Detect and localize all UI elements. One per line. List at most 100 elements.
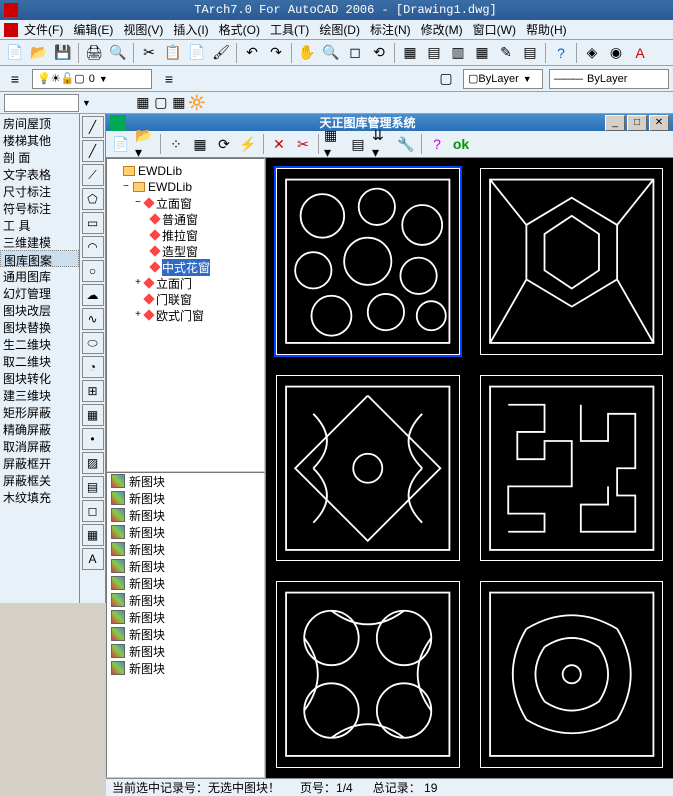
menu-edit[interactable]: 编辑(E) [73, 21, 113, 38]
sidebar-item[interactable]: 楼梯其他 [0, 131, 79, 148]
sidebar-item[interactable]: 图块替换 [0, 318, 79, 335]
palette-point-button[interactable]: • [82, 428, 104, 450]
tree-sibling[interactable]: 门联窗 [156, 291, 192, 308]
menu-tools[interactable]: 工具(T) [270, 21, 309, 38]
sidebar-item[interactable]: 取二维块 [0, 352, 79, 369]
palette-arc-button[interactable]: ◠ [82, 236, 104, 258]
sidebar-item[interactable]: 工 具 [0, 216, 79, 233]
list-item[interactable]: 新图块 [107, 609, 264, 626]
dlg-ok-button[interactable]: ok [450, 133, 472, 155]
dlg-grid-button[interactable]: ▦ [189, 133, 211, 155]
command-input[interactable] [4, 94, 79, 112]
tb3-btn1[interactable]: ▦ [134, 94, 152, 112]
block-list[interactable]: 新图块 新图块 新图块 新图块 新图块 新图块 新图块 新图块 新图块 新图块 … [106, 472, 265, 778]
palette-circle-button[interactable]: ○ [82, 260, 104, 282]
sidebar-item[interactable]: 屏蔽框开 [0, 454, 79, 471]
t2-button[interactable]: ◉ [605, 42, 627, 64]
palette-cloud-button[interactable]: ☁ [82, 284, 104, 306]
sidebar-item[interactable]: 通用图库 [0, 267, 79, 284]
print-button[interactable]: 🖨 [83, 42, 105, 64]
sidebar-item[interactable]: 矩形屏蔽 [0, 403, 79, 420]
layer-dropdown[interactable]: 💡☀🔓▢ 0 ▼ [32, 69, 152, 89]
sidebar-item[interactable]: 精确屏蔽 [0, 420, 79, 437]
dlg-dots-button[interactable]: ⁘ [165, 133, 187, 155]
markup-button[interactable]: ✎ [495, 42, 517, 64]
sidebar-item[interactable]: 尺寸标注 [0, 182, 79, 199]
palette-spline-button[interactable]: ∿ [82, 308, 104, 330]
calc-button[interactable]: ▤ [519, 42, 541, 64]
minimize-button[interactable]: _ [605, 115, 625, 131]
preview-tile[interactable] [480, 168, 664, 355]
sidebar-item[interactable]: 屏蔽框关 [0, 471, 79, 488]
list-item[interactable]: 新图块 [107, 541, 264, 558]
tb3-btn2[interactable]: ▢ [152, 94, 170, 112]
pan-button[interactable]: ✋ [296, 42, 318, 64]
sidebar-item[interactable]: 剖 面 [0, 148, 79, 165]
palette-table-button[interactable]: ▦ [82, 524, 104, 546]
sheet-button[interactable]: ▦ [471, 42, 493, 64]
tree-sibling[interactable]: 立面门 [156, 275, 192, 292]
list-item[interactable]: 新图块 [107, 524, 264, 541]
palette-earc-button[interactable]: ◔ [82, 356, 104, 378]
preview-tile[interactable] [480, 581, 664, 768]
sidebar-item[interactable]: 符号标注 [0, 199, 79, 216]
menu-draw[interactable]: 绘图(D) [319, 21, 360, 38]
preview-button[interactable]: 🔍 [107, 42, 129, 64]
sidebar-item[interactable]: 幻灯管理 [0, 284, 79, 301]
list-item[interactable]: 新图块 [107, 473, 264, 490]
zoomprev-button[interactable]: ⟲ [368, 42, 390, 64]
palette-rect-button[interactable]: ▭ [82, 212, 104, 234]
palette-ellipse-button[interactable]: ⬭ [82, 332, 104, 354]
list-item[interactable]: 新图块 [107, 592, 264, 609]
list-item[interactable]: 新图块 [107, 575, 264, 592]
menu-insert[interactable]: 插入(I) [173, 21, 208, 38]
dlg-view-button[interactable]: ▦ ▾ [323, 133, 345, 155]
library-tree[interactable]: EWDLib −EWDLib −立面窗 普通窗 推拉窗 造型窗 中式花窗 +立面… [106, 158, 265, 472]
zoom-button[interactable]: 🔍 [320, 42, 342, 64]
preview-tile[interactable] [276, 581, 460, 768]
palette-pline-button[interactable]: ⟋ [82, 164, 104, 186]
t3-button[interactable]: A [629, 42, 651, 64]
dlg-help-button[interactable]: ? [426, 133, 448, 155]
dlg-open-button[interactable]: 📂 ▾ [134, 133, 156, 155]
tree-sibling[interactable]: 欧式门窗 [156, 307, 204, 324]
sidebar-item[interactable]: 房间屋顶 [0, 114, 79, 131]
dlg-delete-button[interactable]: ✕ [268, 133, 290, 155]
palette-region-button[interactable]: ◻ [82, 500, 104, 522]
list-item[interactable]: 新图块 [107, 660, 264, 677]
zoomwin-button[interactable]: ◻ [344, 42, 366, 64]
menu-help[interactable]: 帮助(H) [526, 21, 567, 38]
list-item[interactable]: 新图块 [107, 643, 264, 660]
t1-button[interactable]: ◈ [581, 42, 603, 64]
menu-modify[interactable]: 修改(M) [421, 21, 463, 38]
tree-root[interactable]: EWDLib [138, 164, 182, 178]
undo-button[interactable]: ↶ [241, 42, 263, 64]
redo-button[interactable]: ↷ [265, 42, 287, 64]
palette-insert-button[interactable]: ⊞ [82, 380, 104, 402]
menu-dim[interactable]: 标注(N) [370, 21, 411, 38]
palette-text-button[interactable]: A [82, 548, 104, 570]
dlg-new-button[interactable]: 📄 [110, 133, 132, 155]
sidebar-item[interactable]: 生二维块 [0, 335, 79, 352]
preview-tile[interactable] [480, 375, 664, 562]
dcenter-button[interactable]: ▤ [423, 42, 445, 64]
cut-button[interactable]: ✂ [138, 42, 160, 64]
sidebar-item[interactable]: 取消屏蔽 [0, 437, 79, 454]
color-button[interactable]: ▢ [435, 68, 457, 90]
dlg-cut-button[interactable]: ✂ [292, 133, 314, 155]
palette-cline-button[interactable]: ╱ [82, 140, 104, 162]
close-button[interactable]: ✕ [649, 115, 669, 131]
sidebar-item[interactable]: 木纹填充 [0, 488, 79, 505]
dlg-sort-button[interactable]: ⇊ ▾ [371, 133, 393, 155]
preview-tile[interactable] [276, 375, 460, 562]
menu-view[interactable]: 视图(V) [123, 21, 163, 38]
match-button[interactable]: 🖌 [210, 42, 232, 64]
sidebar-item[interactable]: 三维建模 [0, 233, 79, 250]
dlg-copy-button[interactable]: ▤ [347, 133, 369, 155]
tree-item-selected[interactable]: 中式花窗 [162, 259, 210, 276]
sidebar-item[interactable]: 建三维块 [0, 386, 79, 403]
tb3-btn3[interactable]: ▦ [170, 94, 188, 112]
dlg-flash-button[interactable]: ⚡ [237, 133, 259, 155]
layer-prev-button[interactable]: ≡ [158, 68, 180, 90]
palette-button[interactable]: ▥ [447, 42, 469, 64]
